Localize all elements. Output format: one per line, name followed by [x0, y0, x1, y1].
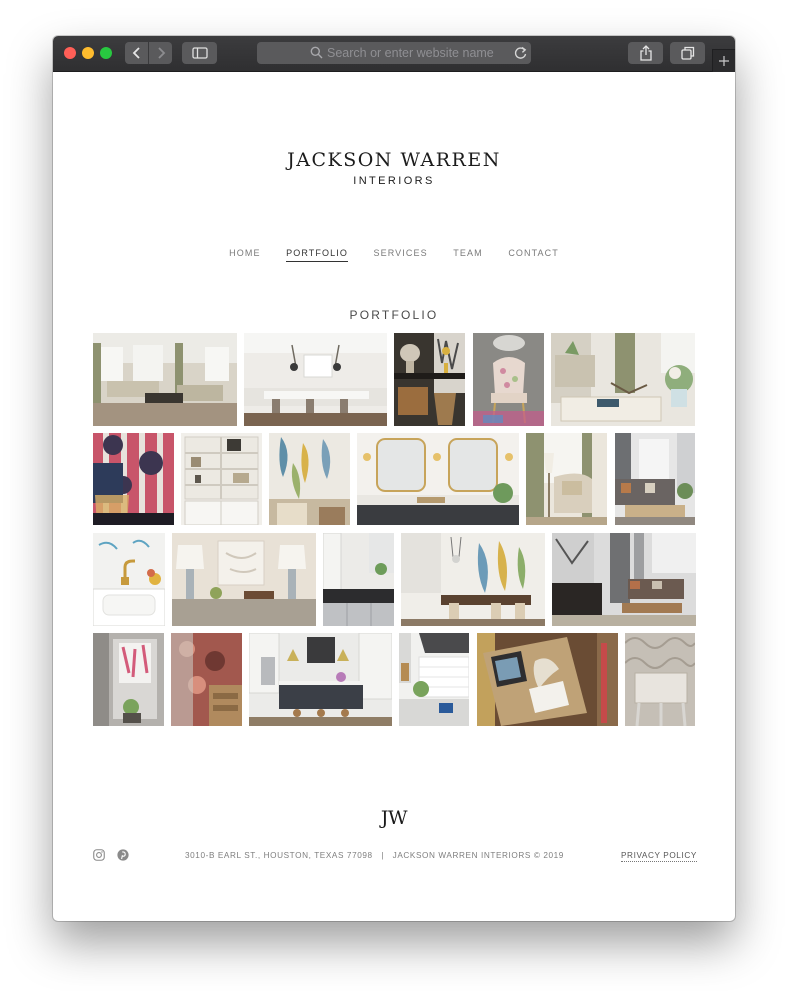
- portfolio-image-silver-wallpaper[interactable]: [625, 633, 695, 726]
- nav-portfolio[interactable]: PORTFOLIO: [286, 248, 348, 262]
- page-title: PORTFOLIO: [349, 308, 439, 322]
- sidebar-button[interactable]: [182, 42, 217, 64]
- pinterest-icon: [117, 849, 129, 861]
- portfolio-image-abstract-art-wall[interactable]: [269, 433, 350, 525]
- main-nav: HOME PORTFOLIO SERVICES TEAM CONTACT: [53, 248, 735, 262]
- reload-icon[interactable]: [514, 46, 527, 60]
- new-tab-button[interactable]: [712, 49, 735, 72]
- portfolio-image-lamp-console[interactable]: [172, 533, 316, 626]
- portfolio-image-cream-armchair[interactable]: [526, 433, 607, 525]
- portfolio-image-pink-wallpaper-bath[interactable]: [171, 633, 242, 726]
- share-button[interactable]: [628, 42, 663, 64]
- portfolio-image-living-vignette[interactable]: [551, 333, 695, 426]
- portfolio-image-dark-wood-living-room[interactable]: [552, 533, 696, 626]
- portfolio-image-double-vanity[interactable]: [357, 433, 519, 525]
- browser-window: Search or enter website name JACKSON WAR…: [53, 36, 735, 921]
- portfolio-image-dark-counter-kitchen[interactable]: [323, 533, 394, 626]
- instagram-icon: [93, 849, 105, 861]
- back-button[interactable]: [125, 42, 149, 64]
- back-icon: [132, 47, 140, 59]
- site-logo-subtitle[interactable]: INTERIORS: [53, 175, 735, 187]
- nav-team[interactable]: TEAM: [453, 248, 482, 261]
- tabs-icon: [680, 46, 694, 60]
- portfolio-image-brass-faucet[interactable]: [93, 533, 165, 626]
- close-window-button[interactable]: [64, 47, 76, 59]
- share-icon: [639, 45, 652, 61]
- portfolio-image-range-hood-kitchen[interactable]: [399, 633, 469, 726]
- portfolio-image-gray-sofa-room[interactable]: [615, 433, 695, 525]
- minimize-window-button[interactable]: [82, 47, 94, 59]
- forward-button[interactable]: [149, 42, 172, 64]
- nav-home[interactable]: HOME: [229, 248, 260, 261]
- address-bar[interactable]: Search or enter website name: [257, 42, 531, 64]
- portfolio-image-wallpaper-chair[interactable]: [93, 433, 174, 525]
- footer-monogram[interactable]: JW: [53, 807, 735, 829]
- portfolio-image-entry-console[interactable]: [394, 333, 465, 426]
- search-icon: [310, 46, 323, 59]
- pinterest-link[interactable]: [117, 848, 129, 861]
- nav-services[interactable]: SERVICES: [374, 248, 428, 261]
- address-placeholder: Search or enter website name: [327, 46, 494, 60]
- site-logo[interactable]: JACKSON WARREN: [53, 149, 735, 171]
- tab-overview-button[interactable]: [670, 42, 705, 64]
- portfolio-image-island-kitchen[interactable]: [249, 633, 392, 726]
- nav-contact[interactable]: CONTACT: [508, 248, 559, 261]
- web-page: JACKSON WARREN INTERIORS HOME PORTFOLIO …: [53, 71, 735, 921]
- footer-address: 3010-B EARL ST., HOUSTON, TEXAS 77098 | …: [185, 851, 564, 860]
- browser-toolbar: Search or enter website name: [53, 36, 735, 72]
- zoom-window-button[interactable]: [100, 47, 112, 59]
- portfolio-image-bookshelf[interactable]: [181, 433, 262, 525]
- instagram-link[interactable]: [93, 848, 105, 861]
- sidebar-icon: [191, 47, 208, 59]
- forward-icon: [157, 47, 165, 59]
- plus-icon: [719, 56, 729, 66]
- portfolio-image-living-room[interactable]: [93, 333, 237, 426]
- portfolio-image-dining-room[interactable]: [401, 533, 545, 626]
- portfolio-image-open-closet[interactable]: [93, 633, 164, 726]
- portfolio-image-floral-chair[interactable]: [473, 333, 544, 426]
- back-forward-group: [125, 42, 172, 64]
- portfolio-image-white-kitchen[interactable]: [244, 333, 387, 426]
- privacy-policy-link[interactable]: PRIVACY POLICY: [621, 851, 697, 862]
- portfolio-image-coffee-table-books[interactable]: [477, 633, 618, 726]
